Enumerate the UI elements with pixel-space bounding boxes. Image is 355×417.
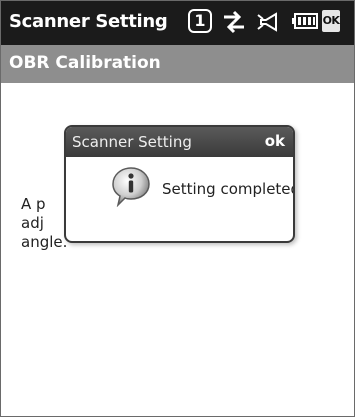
page-title: OBR Calibration: [9, 53, 161, 73]
dialog-body: Setting completed.: [66, 157, 293, 241]
message-dialog: Scanner Setting ok Setting completed.: [64, 125, 295, 243]
connectivity-icon[interactable]: [220, 9, 248, 35]
info-icon: [112, 167, 150, 207]
app-title: Scanner Setting: [9, 11, 168, 32]
ok-button[interactable]: OK: [322, 10, 340, 32]
dialog-title: Scanner Setting: [72, 133, 192, 151]
title-bar: Scanner Setting 1 OK: [1, 1, 354, 45]
dialog-message: Setting completed.: [162, 180, 295, 198]
dialog-title-bar: Scanner Setting ok: [66, 127, 293, 157]
dialog-ok-button[interactable]: ok: [265, 132, 285, 150]
device-screen: Scanner Setting 1 OK OBR Calibration A p…: [0, 0, 355, 417]
page-header: OBR Calibration: [1, 45, 354, 83]
notification-icon[interactable]: 1: [188, 9, 212, 33]
volume-icon[interactable]: [256, 10, 284, 34]
battery-icon[interactable]: [292, 13, 318, 29]
